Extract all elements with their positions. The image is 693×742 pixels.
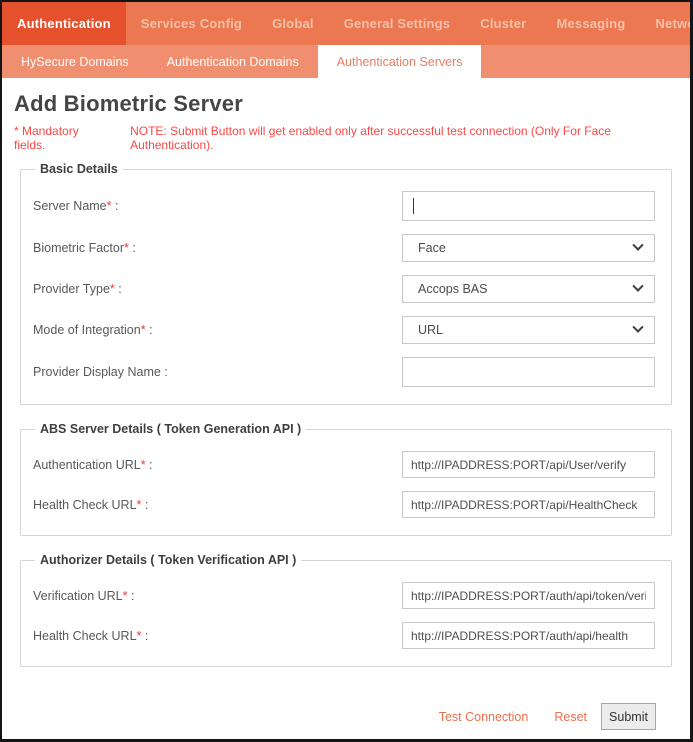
tab-cluster[interactable]: Cluster — [465, 2, 541, 45]
subtab-authentication-servers[interactable]: Authentication Servers — [318, 45, 482, 78]
reset-link[interactable]: Reset — [554, 710, 587, 724]
verification-url-row: Verification URL* : — [33, 582, 655, 609]
chevron-down-icon — [632, 322, 643, 333]
selected-value: Face — [418, 241, 446, 255]
tab-messaging[interactable]: Messaging — [541, 2, 640, 45]
selected-value: Accops BAS — [418, 282, 487, 296]
server-name-input[interactable] — [402, 191, 655, 221]
provider-type-select[interactable]: Accops BAS — [402, 275, 655, 303]
page-title: Add Biometric Server — [14, 91, 678, 117]
basic-details-legend: Basic Details — [35, 162, 123, 176]
sub-nav: HySecure Domains Authentication Domains … — [2, 45, 690, 78]
subtab-authentication-domains[interactable]: Authentication Domains — [148, 45, 318, 78]
verification-url-label: Verification URL* : — [33, 589, 402, 603]
authentication-url-row: Authentication URL* : — [33, 451, 655, 478]
provider-display-name-row: Provider Display Name : — [33, 357, 655, 387]
verification-url-input[interactable] — [402, 582, 655, 609]
chevron-down-icon — [632, 281, 643, 292]
subtab-hysecure-domains[interactable]: HySecure Domains — [2, 45, 148, 78]
app-window: Authentication Services Config Global Ge… — [0, 0, 693, 742]
basic-details-section: Basic Details Server Name* : Biometric F… — [20, 162, 672, 405]
tab-network-settings[interactable]: Network Set — [640, 2, 690, 45]
authorizer-details-section: Authorizer Details ( Token Verification … — [20, 553, 672, 667]
tab-global[interactable]: Global — [257, 2, 329, 45]
abs-server-details-section: ABS Server Details ( Token Generation AP… — [20, 422, 672, 536]
mode-of-integration-select[interactable]: URL — [402, 316, 655, 344]
main-nav: Authentication Services Config Global Ge… — [2, 2, 690, 45]
server-name-label: Server Name* : — [33, 199, 402, 213]
mandatory-note: * Mandatory fields. NOTE: Submit Button … — [14, 124, 678, 152]
form-actions: Test Connection Reset Submit — [14, 703, 656, 730]
abs-server-details-legend: ABS Server Details ( Token Generation AP… — [35, 422, 306, 436]
authorizer-health-check-url-label: Health Check URL* : — [33, 629, 402, 643]
server-name-row: Server Name* : — [33, 191, 655, 221]
provider-display-name-input[interactable] — [402, 357, 655, 387]
provider-display-name-label: Provider Display Name : — [33, 365, 402, 379]
selected-value: URL — [418, 323, 443, 337]
provider-type-label: Provider Type* : — [33, 282, 402, 296]
text-caret — [413, 198, 414, 214]
authentication-url-label: Authentication URL* : — [33, 458, 402, 472]
chevron-down-icon — [632, 240, 643, 251]
abs-health-check-url-input[interactable] — [402, 491, 655, 518]
tab-general-settings[interactable]: General Settings — [329, 2, 466, 45]
page-content: Add Biometric Server * Mandatory fields.… — [2, 91, 690, 730]
tab-authentication[interactable]: Authentication — [2, 2, 126, 45]
authorizer-health-check-url-input[interactable] — [402, 622, 655, 649]
biometric-factor-row: Biometric Factor* : Face — [33, 234, 655, 262]
authorizer-details-legend: Authorizer Details ( Token Verification … — [35, 553, 301, 567]
biometric-factor-label: Biometric Factor* : — [33, 241, 402, 255]
abs-health-check-url-row: Health Check URL* : — [33, 491, 655, 518]
test-connection-link[interactable]: Test Connection — [439, 710, 529, 724]
abs-health-check-url-label: Health Check URL* : — [33, 498, 402, 512]
provider-type-row: Provider Type* : Accops BAS — [33, 275, 655, 303]
submit-button[interactable]: Submit — [601, 703, 656, 730]
mode-of-integration-label: Mode of Integration* : — [33, 323, 402, 337]
biometric-factor-select[interactable]: Face — [402, 234, 655, 262]
authorizer-health-check-url-row: Health Check URL* : — [33, 622, 655, 649]
authentication-url-input[interactable] — [402, 451, 655, 478]
tab-services-config[interactable]: Services Config — [126, 2, 257, 45]
mode-of-integration-row: Mode of Integration* : URL — [33, 316, 655, 344]
mandatory-fields-text: * Mandatory fields. — [14, 124, 110, 152]
note-text: NOTE: Submit Button will get enabled onl… — [130, 124, 678, 152]
